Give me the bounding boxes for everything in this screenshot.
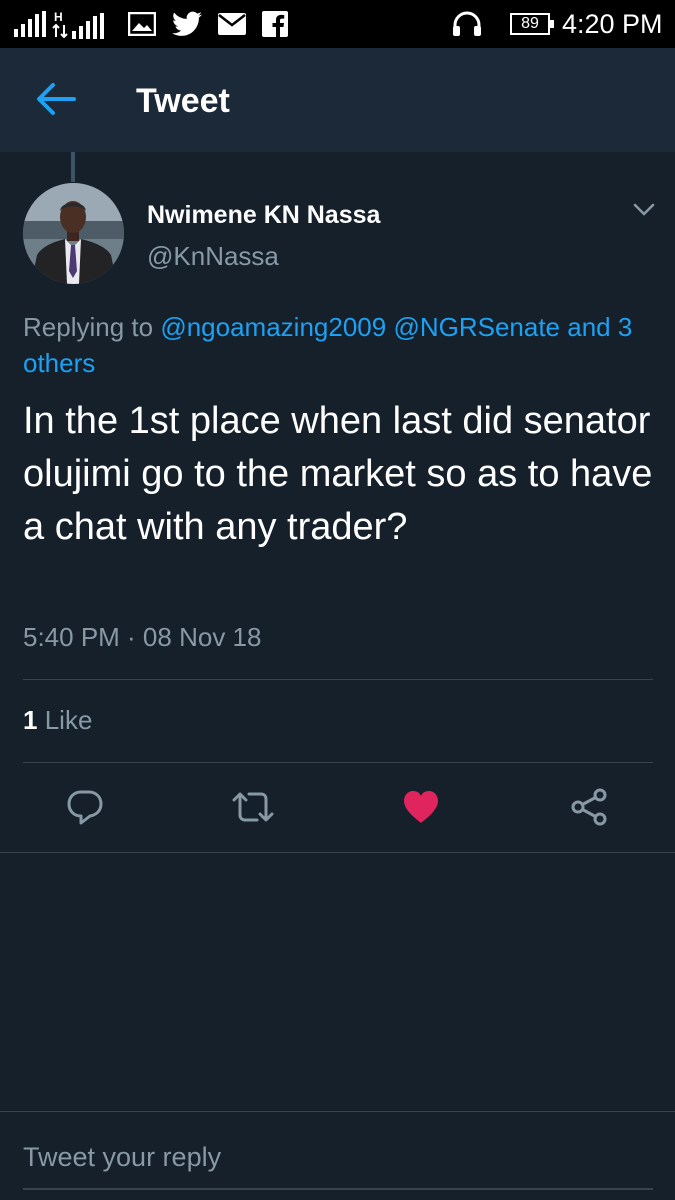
twitter-icon	[172, 0, 202, 48]
mention-link[interactable]: @ngoamazing2009	[160, 312, 386, 342]
author-name[interactable]: Nwimene KN Nassa	[147, 201, 380, 230]
status-bar: H 89 4:20 PM	[0, 0, 675, 48]
headphones-icon	[452, 0, 482, 48]
like-button[interactable]	[396, 786, 446, 832]
tweet-options-button[interactable]	[628, 198, 660, 226]
tweet-text: In the 1st place when last did senator o…	[23, 400, 653, 548]
hspa-signal-icon: H	[52, 0, 108, 48]
author-handle: @KnNassa	[147, 241, 279, 271]
share-button[interactable]	[564, 786, 614, 832]
divider	[23, 679, 653, 680]
tweet-timestamp: 5:40 PM · 08 Nov 18	[23, 622, 262, 652]
retweet-button[interactable]	[228, 786, 278, 832]
mail-icon	[218, 0, 246, 48]
svg-text:H: H	[54, 10, 63, 24]
arrow-left-icon	[36, 82, 76, 121]
facebook-icon	[262, 0, 288, 48]
app-header: Tweet	[0, 48, 675, 152]
gallery-icon	[128, 0, 156, 48]
divider	[23, 762, 653, 763]
back-button[interactable]	[28, 78, 84, 124]
mention-link[interactable]: @NGRSenate	[393, 312, 560, 342]
heart-icon	[402, 790, 440, 829]
battery-level: 89	[510, 13, 554, 35]
reply-button[interactable]	[60, 786, 110, 832]
share-icon	[569, 788, 609, 831]
divider	[0, 852, 675, 853]
retweet-icon	[231, 789, 275, 830]
like-label: Like	[44, 705, 93, 735]
battery-icon: 89	[510, 0, 554, 48]
chevron-down-icon	[633, 203, 655, 222]
status-clock: 4:20 PM	[562, 8, 663, 39]
replying-prefix: Replying to	[23, 312, 154, 342]
signal-icon	[14, 0, 48, 48]
page-title: Tweet	[136, 82, 230, 120]
thread-connector	[71, 152, 75, 182]
reply-icon	[66, 788, 104, 831]
reply-input[interactable]: Tweet your reply	[23, 1142, 221, 1173]
replying-to: Replying to @ngoamazing2009 @NGRSenate a…	[23, 309, 653, 381]
like-count: 1	[23, 705, 38, 735]
reply-input-underline	[23, 1188, 653, 1190]
avatar[interactable]	[23, 183, 124, 284]
likes-count-link[interactable]: 1 Like	[23, 705, 92, 736]
